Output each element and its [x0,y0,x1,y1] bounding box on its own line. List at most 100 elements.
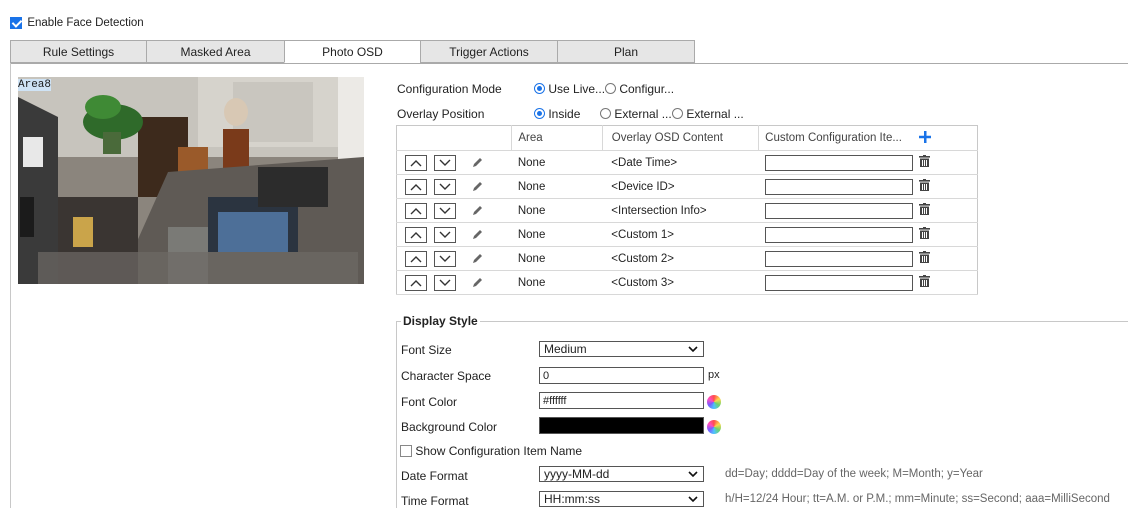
tab-plan[interactable]: Plan [557,40,695,63]
pencil-icon[interactable] [471,157,483,169]
time-format-label: Time Format [401,494,469,508]
office-scene [18,77,364,284]
chevron-down-icon [439,183,451,190]
date-format-value: yyyy-MM-dd [544,467,610,481]
osd-table-header: Area Overlay OSD Content Custom Configur… [396,125,978,151]
date-format-select[interactable]: yyyy-MM-dd [539,466,704,482]
config-mode-option-live-label: Use Live... [548,81,606,96]
pencil-icon[interactable] [471,253,483,265]
table-row: None <Date Time> [396,150,978,175]
bg-color-label: Background Color [401,420,498,434]
overlay-position-external-2-label: External ... [686,106,744,121]
overlay-position-radio-external-1[interactable] [600,108,611,120]
time-format-select[interactable]: HH:mm:ss [539,491,704,507]
custom-config-input[interactable] [764,274,913,291]
char-space-unit: px [708,369,720,381]
pencil-icon[interactable] [471,181,483,193]
pencil-icon[interactable] [471,229,483,241]
delete-icon[interactable] [919,251,931,263]
display-style-border-left [396,321,397,508]
display-style-border [396,321,1128,322]
header-osd-content: Overlay OSD Content [601,125,759,151]
chevron-down-icon [439,207,451,214]
custom-config-input[interactable] [764,226,913,243]
pencil-icon[interactable] [471,277,483,289]
show-item-name[interactable]: Show Configuration Item Name [400,443,582,458]
overlay-position-external-1[interactable]: External ... [600,106,672,121]
delete-icon[interactable] [919,275,931,287]
date-format-label: Date Format [401,469,468,483]
row-content: <Custom 2> [602,246,759,271]
config-mode-option-live[interactable]: Use Live... [534,81,605,96]
tab-divider [10,63,1128,64]
move-up-button[interactable] [405,250,427,267]
table-row: None <Custom 3> [396,270,978,295]
enable-face-detection-checkbox[interactable] [10,16,22,29]
overlay-position-label: Overlay Position [397,107,485,121]
row-area: None [511,270,603,295]
font-color-label: Font Color [401,395,458,409]
row-content: <Intersection Info> [602,198,759,223]
chevron-down-icon [688,495,698,502]
table-row: None <Custom 2> [396,246,978,271]
date-format-hint: dd=Day; dddd=Day of the week; M=Month; y… [725,468,983,480]
bg-color-swatch[interactable] [539,417,704,434]
move-down-button[interactable] [434,202,457,219]
tab-bar: Rule Settings Masked Area Photo OSD Trig… [10,40,695,64]
show-item-name-checkbox[interactable] [400,444,412,457]
move-down-button[interactable] [434,274,457,291]
font-size-select[interactable]: Medium [539,341,704,357]
move-down-button[interactable] [434,226,457,243]
tab-trigger-actions[interactable]: Trigger Actions [420,40,558,63]
move-down-button[interactable] [434,250,457,267]
live-preview-image[interactable]: Area8 [18,77,364,284]
delete-icon[interactable] [919,203,931,215]
color-picker-icon[interactable] [707,420,721,434]
pencil-icon[interactable] [471,205,483,217]
overlay-position-inside[interactable]: Inside [534,106,580,121]
custom-config-input[interactable] [764,154,913,171]
color-picker-icon[interactable] [707,395,721,409]
header-area: Area [511,125,603,151]
char-space-input[interactable]: 0 [539,367,704,384]
move-up-button[interactable] [405,226,427,243]
row-area: None [511,246,603,271]
time-format-value: HH:mm:ss [544,492,600,506]
chevron-up-icon [410,231,422,238]
config-mode-option-configure[interactable]: Configur... [605,81,674,96]
overlay-position-radio-external-2[interactable] [672,108,683,120]
config-mode-label: Configuration Mode [397,82,502,96]
delete-icon[interactable] [919,179,931,191]
move-up-button[interactable] [405,202,427,219]
move-down-button[interactable] [434,154,457,171]
row-area: None [511,198,603,223]
area-label: Area8 [18,79,52,91]
config-mode-radio-live[interactable] [534,83,545,95]
row-area: None [511,222,603,247]
delete-icon[interactable] [919,155,931,167]
custom-config-input[interactable] [764,178,913,195]
add-icon[interactable] [919,130,932,143]
enable-face-detection[interactable]: Enable Face Detection [10,15,144,29]
chevron-down-icon [439,231,451,238]
custom-config-input[interactable] [764,202,913,219]
overlay-position-radio-inside[interactable] [534,108,545,120]
move-down-button[interactable] [434,178,457,195]
chevron-up-icon [410,279,422,286]
config-mode-radio-configure[interactable] [605,83,616,95]
move-up-button[interactable] [405,178,427,195]
delete-icon[interactable] [919,227,931,239]
move-up-button[interactable] [405,154,427,171]
font-size-value: Medium [544,342,587,356]
font-color-input[interactable]: #ffffff [539,392,704,409]
move-up-button[interactable] [405,274,427,291]
overlay-position-external-2[interactable]: External ... [672,106,744,121]
tab-rule-settings[interactable]: Rule Settings [10,40,147,63]
tab-masked-area[interactable]: Masked Area [146,40,285,63]
custom-config-input[interactable] [764,250,913,267]
chevron-down-icon [688,345,698,352]
row-content: <Date Time> [602,150,759,175]
table-row: None <Custom 1> [396,222,978,247]
chevron-up-icon [410,207,422,214]
tab-photo-osd[interactable]: Photo OSD [284,40,421,63]
